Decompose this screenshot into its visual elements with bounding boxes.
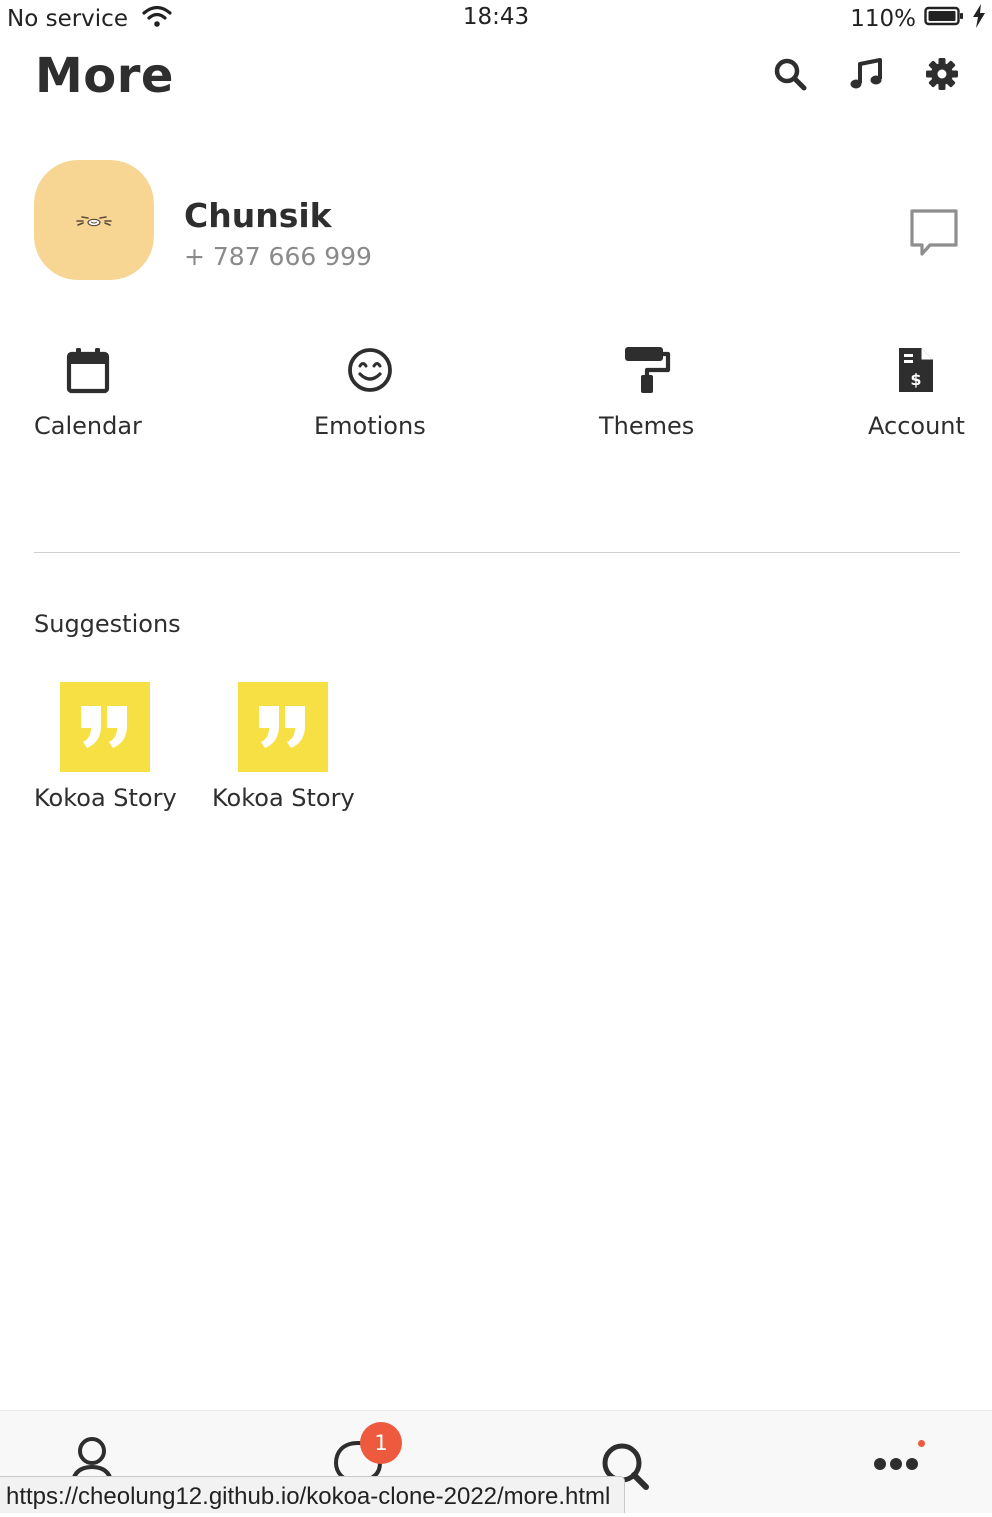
action-themes[interactable]: Themes [599, 344, 694, 440]
charging-bolt-icon [972, 4, 986, 34]
avatar[interactable] [34, 160, 154, 280]
chat-badge: 1 [360, 1422, 402, 1464]
divider [34, 552, 960, 553]
invoice-dollar-icon: $ [891, 344, 941, 396]
gear-icon [925, 57, 959, 95]
suggestion-label: Kokoa Story [34, 784, 177, 812]
quick-actions: Calendar Emotions Themes $ Account [34, 344, 965, 454]
action-emotions-label: Emotions [314, 412, 426, 440]
suggestion-label: Kokoa Story [212, 784, 355, 812]
action-account-label: Account [868, 412, 965, 440]
suggestions-title: Suggestions [34, 610, 181, 638]
chat-bubble-icon [908, 209, 960, 264]
page-title: More [35, 48, 174, 104]
battery-percent: 110% [850, 6, 916, 32]
search-button[interactable] [770, 56, 810, 96]
tab-more[interactable] [866, 1433, 926, 1493]
action-themes-label: Themes [599, 412, 695, 440]
suggestion-kokoa-story[interactable]: Kokoa Story [34, 682, 177, 812]
notification-dot [918, 1440, 925, 1447]
profile-phone: + 787 666 999 [184, 242, 372, 271]
quote-icon [238, 682, 329, 772]
chat-button[interactable] [908, 208, 960, 260]
search-icon [773, 57, 807, 95]
suggestion-kokoa-story[interactable]: Kokoa Story [212, 682, 355, 812]
battery-icon [924, 5, 964, 33]
profile-card[interactable]: Chunsik + 787 666 999 [34, 160, 960, 280]
quote-icon [60, 682, 151, 772]
status-right: 110% [850, 4, 986, 34]
action-account[interactable]: $ Account [868, 344, 965, 440]
status-time: 18:43 [462, 4, 530, 30]
action-emotions[interactable]: Emotions [314, 344, 426, 440]
action-calendar[interactable]: Calendar [34, 344, 142, 440]
smile-icon [345, 344, 395, 396]
avatar-face-icon [76, 216, 112, 227]
action-calendar-label: Calendar [34, 412, 142, 440]
status-bar: No service 18:43 110% [0, 0, 992, 38]
svg-text:$: $ [911, 370, 922, 389]
paint-roller-icon [622, 344, 672, 396]
profile-name: Chunsik [184, 196, 332, 235]
url-status: https://cheolung12.github.io/kokoa-clone… [0, 1476, 626, 1513]
more-dots-icon [866, 1433, 926, 1497]
settings-button[interactable] [922, 56, 962, 96]
music-button[interactable] [846, 56, 886, 96]
music-icon [849, 57, 883, 95]
header-actions [770, 56, 962, 96]
calendar-icon [63, 344, 113, 396]
